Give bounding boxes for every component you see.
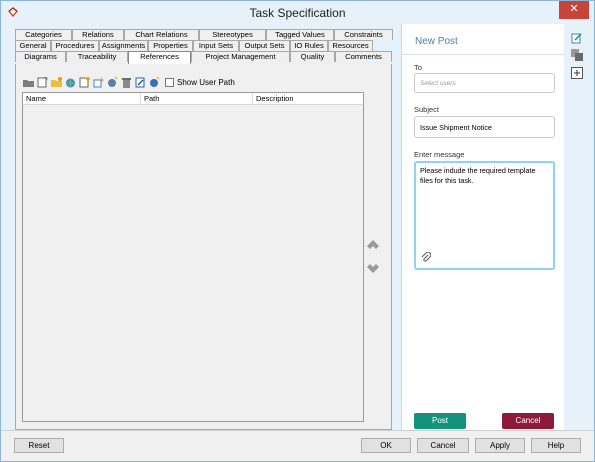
column-header-description[interactable]: Description — [253, 93, 363, 104]
tab-diagrams[interactable]: Diagrams — [15, 51, 66, 62]
tab-procedures[interactable]: Procedures — [51, 40, 99, 51]
model-element-icon[interactable] — [93, 77, 104, 88]
url-icon[interactable] — [65, 77, 76, 88]
message-field[interactable]: Please indude the required template file… — [414, 161, 555, 270]
subject-label: Subject — [414, 105, 440, 114]
tab-stereotypes[interactable]: Stereotypes — [199, 29, 266, 40]
references-toolbar: Show User Path — [23, 76, 235, 88]
close-button[interactable]: ✕ — [559, 1, 589, 19]
attachment-icon[interactable] — [421, 252, 431, 263]
tab-project-management[interactable]: Project Management — [191, 51, 290, 62]
shape-icon[interactable] — [107, 76, 118, 88]
checkbox-box[interactable] — [165, 77, 174, 87]
tab-tagged-values[interactable]: Tagged Values — [266, 29, 334, 40]
reset-button[interactable]: Reset — [14, 438, 64, 453]
new-post-panel: New Post To Select users Subject Issue S… — [401, 24, 565, 430]
show-user-path-label: Show User Path — [177, 77, 235, 87]
apply-button[interactable]: Apply — [475, 438, 525, 453]
tab-row-3: Diagrams Traceability References Project… — [15, 51, 392, 64]
tab-comments[interactable]: Comments — [335, 51, 392, 62]
move-down-icon[interactable] — [367, 264, 379, 273]
tab-constraints[interactable]: Constraints — [334, 29, 393, 40]
tab-row-1: Categories Relations Chart Relations Ste… — [15, 29, 393, 40]
dialog-window: Task Specification ✕ Categories Relation… — [0, 0, 595, 462]
expand-icon[interactable] — [571, 67, 583, 79]
to-field[interactable]: Select users — [414, 73, 555, 93]
message-label: Enter message — [414, 150, 465, 159]
edit-post-icon[interactable] — [571, 32, 583, 44]
open-icon[interactable] — [149, 76, 160, 88]
tab-row-2: General Procedures Assignments Propertie… — [15, 40, 373, 51]
subject-field[interactable]: Issue Shipment Notice — [414, 116, 555, 138]
tab-resources[interactable]: Resources — [328, 40, 373, 51]
tab-traceability[interactable]: Traceability — [66, 51, 128, 62]
column-header-path[interactable]: Path — [141, 93, 253, 104]
column-header-name[interactable]: Name — [23, 93, 141, 104]
message-text: Please indude the required template file… — [420, 166, 536, 185]
tab-assignments[interactable]: Assignments — [99, 40, 148, 51]
post-cancel-button[interactable]: Cancel — [502, 413, 554, 429]
delete-icon[interactable] — [121, 77, 132, 88]
title-bar: Task Specification ✕ — [1, 1, 594, 24]
show-user-path-checkbox[interactable]: Show User Path — [165, 77, 235, 87]
ok-button[interactable]: OK — [361, 438, 411, 453]
footer-bar: Reset OK Cancel Apply Help — [1, 430, 594, 461]
tab-categories[interactable]: Categories — [15, 29, 72, 40]
tab-io-rules[interactable]: IO Rules — [290, 40, 328, 51]
folder-icon[interactable] — [23, 77, 34, 88]
new-document-icon[interactable] — [79, 76, 90, 88]
tab-relations[interactable]: Relations — [72, 29, 124, 40]
post-button[interactable]: Post — [414, 413, 466, 429]
table-header: Name Path Description — [23, 93, 363, 105]
tab-general[interactable]: General — [15, 40, 51, 51]
tab-chart-relations[interactable]: Chart Relations — [124, 29, 199, 40]
references-table: Name Path Description — [22, 92, 364, 422]
tab-quality[interactable]: Quality — [290, 51, 335, 62]
cancel-button[interactable]: Cancel — [417, 438, 469, 453]
move-up-icon[interactable] — [367, 240, 379, 249]
copy-icon[interactable] — [571, 49, 583, 61]
tab-properties[interactable]: Properties — [148, 40, 193, 51]
tab-output-sets[interactable]: Output Sets — [239, 40, 290, 51]
window-title: Task Specification — [249, 6, 346, 20]
tab-references[interactable]: References — [128, 51, 191, 64]
to-label: To — [414, 63, 422, 72]
edit-icon[interactable] — [135, 77, 146, 88]
new-post-title: New Post — [415, 36, 458, 47]
new-file-icon[interactable] — [37, 76, 48, 88]
help-button[interactable]: Help — [531, 438, 581, 453]
tab-input-sets[interactable]: Input Sets — [193, 40, 239, 51]
new-folder-icon[interactable] — [51, 76, 62, 88]
divider — [402, 54, 565, 55]
